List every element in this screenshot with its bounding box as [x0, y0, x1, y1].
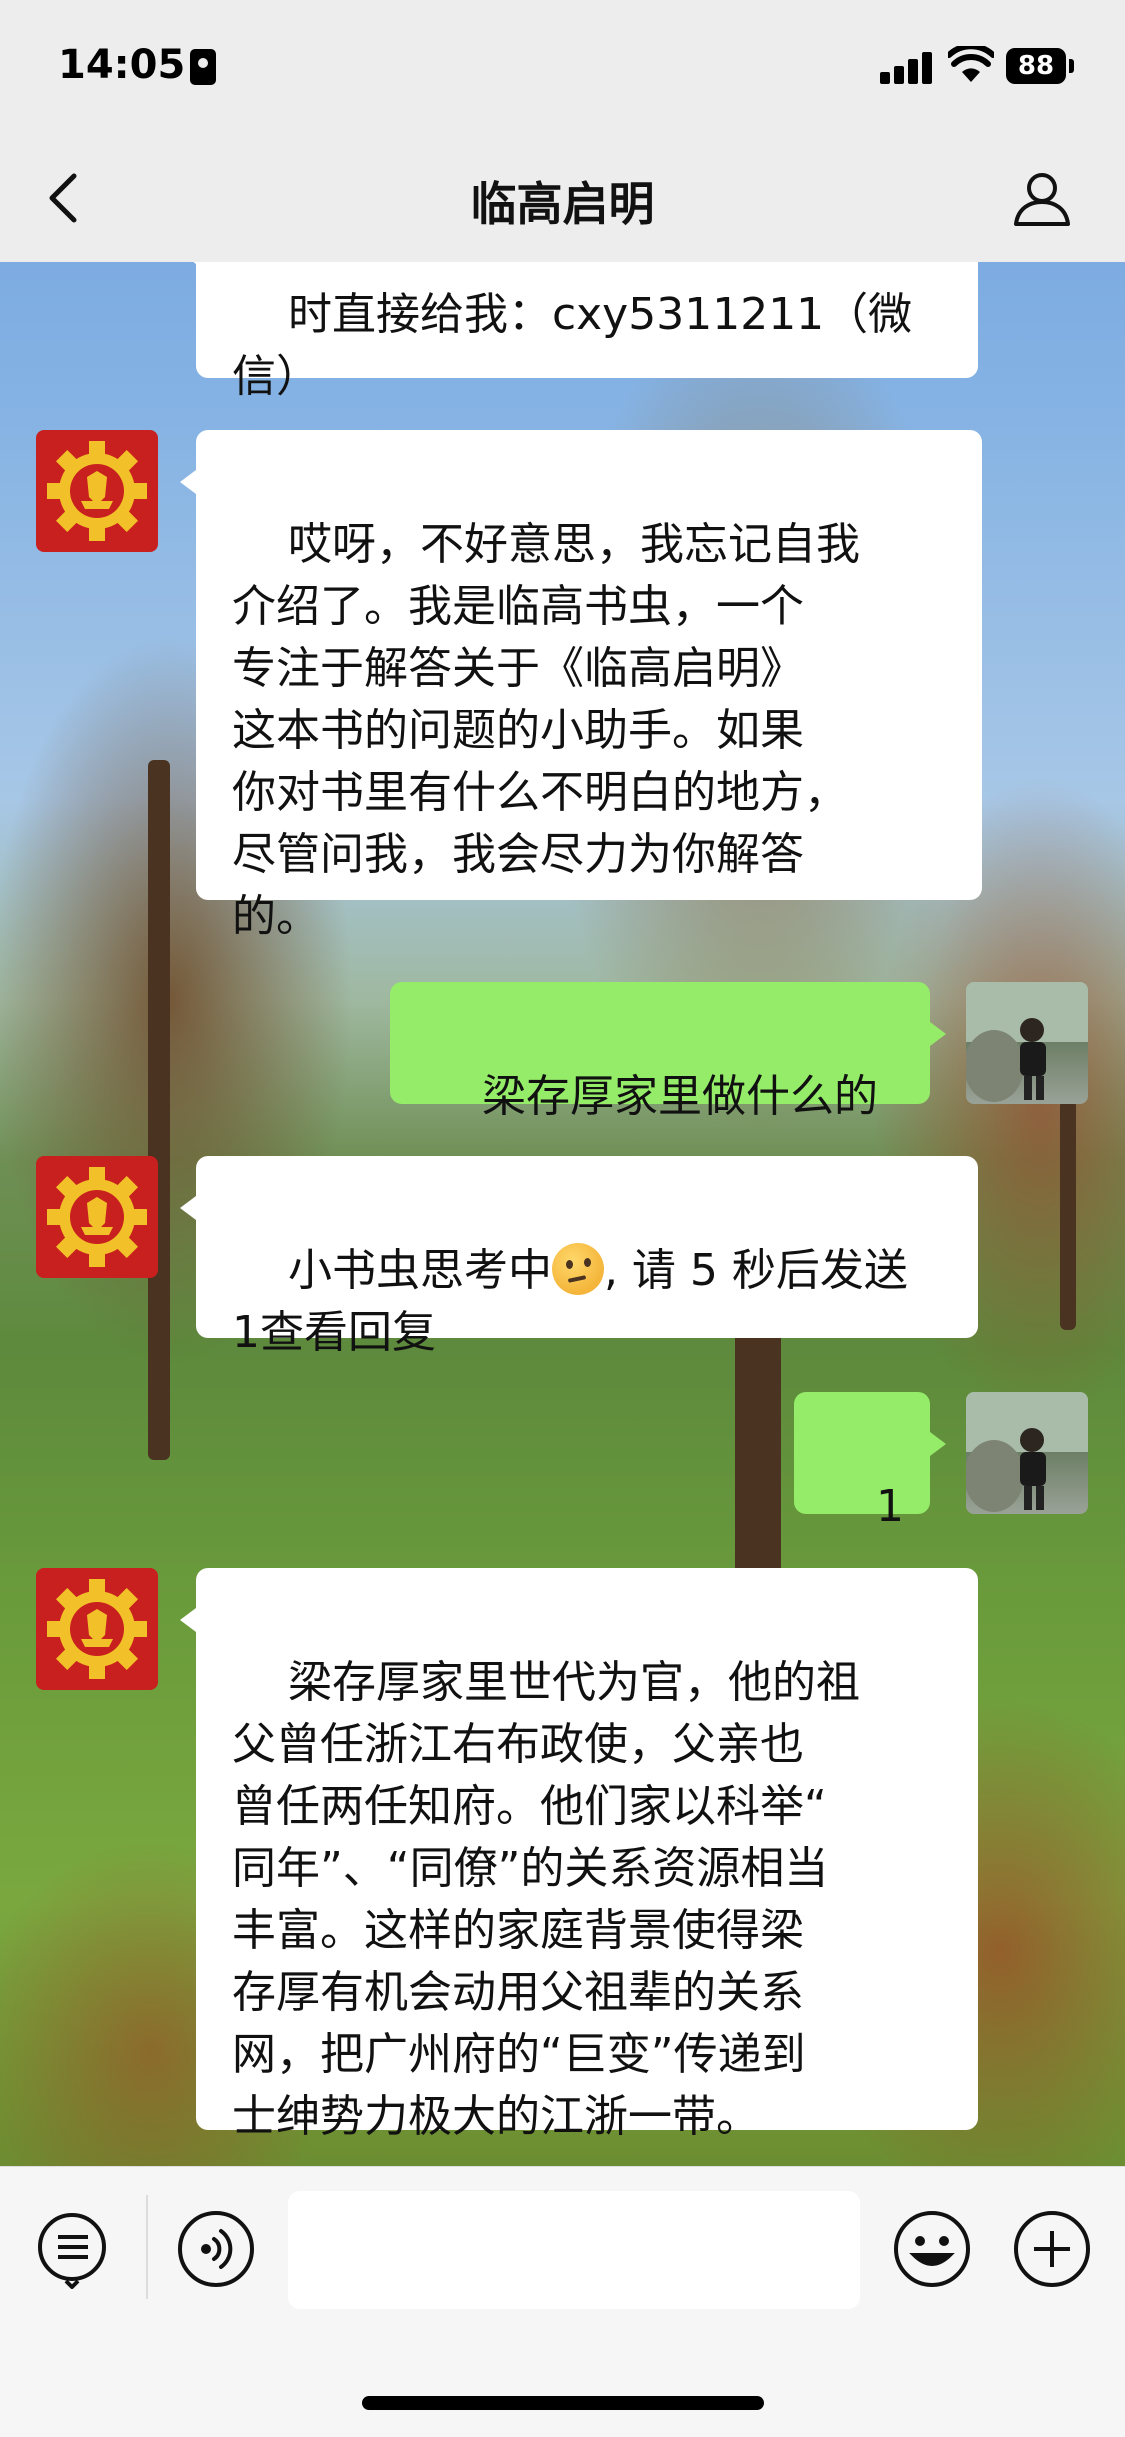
message-text: 梁存厚家里做什么的 — [481, 1071, 878, 1122]
battery-indicator: 88 — [1006, 48, 1066, 84]
person-icon — [1014, 173, 1070, 226]
wifi-icon — [948, 46, 994, 82]
home-indicator[interactable] — [362, 2396, 764, 2410]
gear-emblem-icon — [47, 441, 147, 541]
message-text: 哎呀，不好意思，我忘记自我 介绍了。我是临高书虫，一个 专注于解答关于《临高启明… — [232, 519, 860, 942]
battery-tip — [1069, 59, 1074, 73]
emoji-button[interactable] — [892, 2209, 972, 2289]
list-menu-icon — [38, 2213, 106, 2289]
user-avatar[interactable] — [966, 982, 1088, 1104]
user-message[interactable]: 梁存厚家里做什么的 — [390, 982, 946, 1122]
user-photo — [966, 982, 1088, 1102]
menu-button[interactable] — [32, 2209, 112, 2289]
voice-icon — [178, 2211, 254, 2287]
bot-avatar[interactable] — [36, 1568, 158, 1690]
input-divider — [146, 2195, 148, 2299]
sim-card-icon — [190, 49, 216, 85]
message-text: 小书虫思考中 — [287, 1245, 552, 1296]
message-text: 1 — [875, 1481, 904, 1532]
user-photo — [966, 1392, 1088, 1512]
status-time: 14:05 — [58, 42, 186, 88]
message-input[interactable] — [288, 2191, 860, 2309]
bot-message[interactable]: 小书虫思考中, 请 5 秒后发送 1查看回复 — [180, 1156, 978, 1358]
top-bar: 14:05 88 临高启明 — [0, 0, 1125, 262]
cellular-signal-icon — [880, 52, 936, 84]
bot-avatar[interactable] — [36, 430, 158, 552]
message-text: 时直接给我：cxy5311211（微 信） — [232, 289, 913, 402]
bot-avatar[interactable] — [36, 1156, 158, 1278]
plus-icon — [1014, 2211, 1090, 2287]
bot-message[interactable]: 哎呀，不好意思，我忘记自我 介绍了。我是临高书虫，一个 专注于解答关于《临高启明… — [180, 430, 982, 942]
chat-title: 临高启明 — [470, 177, 655, 231]
chat-info-button[interactable] — [1010, 166, 1074, 230]
thinking-face-icon — [551, 1243, 604, 1295]
user-message[interactable]: 1 — [794, 1392, 946, 1532]
more-button[interactable] — [1012, 2209, 1092, 2289]
gear-emblem-icon — [47, 1167, 147, 1267]
chat-message-list[interactable]: 时直接给我：cxy5311211（微 信） 哎呀，不好意思，我忘记自我 介绍了。… — [0, 262, 1125, 2166]
voice-input-button[interactable] — [176, 2209, 256, 2289]
bot-message[interactable]: 梁存厚家里世代为官，他的祖 父曾任浙江右布政使，父亲也 曾任两任知府。他们家以科… — [180, 1568, 978, 2142]
bot-message[interactable]: 时直接给我：cxy5311211（微 信） — [180, 262, 978, 402]
emoji-icon — [894, 2211, 970, 2287]
message-text: 梁存厚家里世代为官，他的祖 父曾任浙江右布政使，父亲也 曾任两任知府。他们家以科… — [232, 1657, 860, 2142]
gear-emblem-icon — [47, 1579, 147, 1679]
user-avatar[interactable] — [966, 1392, 1088, 1514]
